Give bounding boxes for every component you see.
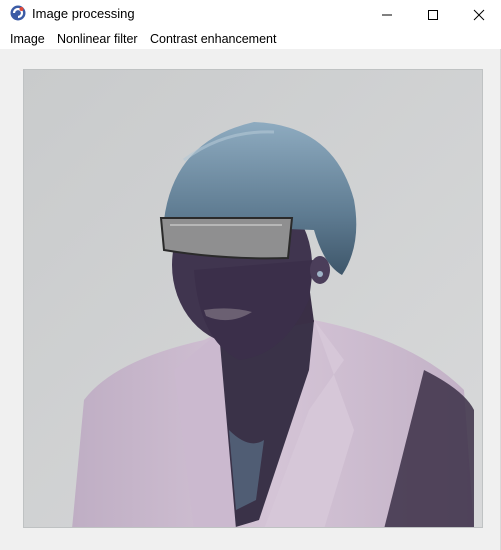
close-button[interactable] xyxy=(456,0,501,29)
maximize-icon xyxy=(428,9,438,20)
close-icon xyxy=(473,9,485,20)
processed-photo xyxy=(24,70,482,527)
image-display xyxy=(23,69,483,528)
minimize-button[interactable] xyxy=(364,0,410,29)
menu-image[interactable]: Image xyxy=(10,32,45,46)
menu-bar: Image Nonlinear filter Contrast enhancem… xyxy=(0,29,501,49)
menu-contrast-enhancement[interactable]: Contrast enhancement xyxy=(150,32,276,46)
app-window: Image processing Image Nonlinear filter … xyxy=(0,0,501,550)
title-bar[interactable]: Image processing xyxy=(0,0,501,29)
minimize-icon xyxy=(382,14,392,15)
menu-nonlinear-filter[interactable]: Nonlinear filter xyxy=(57,32,138,46)
maximize-button[interactable] xyxy=(410,0,456,29)
window-title: Image processing xyxy=(32,6,135,21)
app-icon xyxy=(10,5,26,21)
